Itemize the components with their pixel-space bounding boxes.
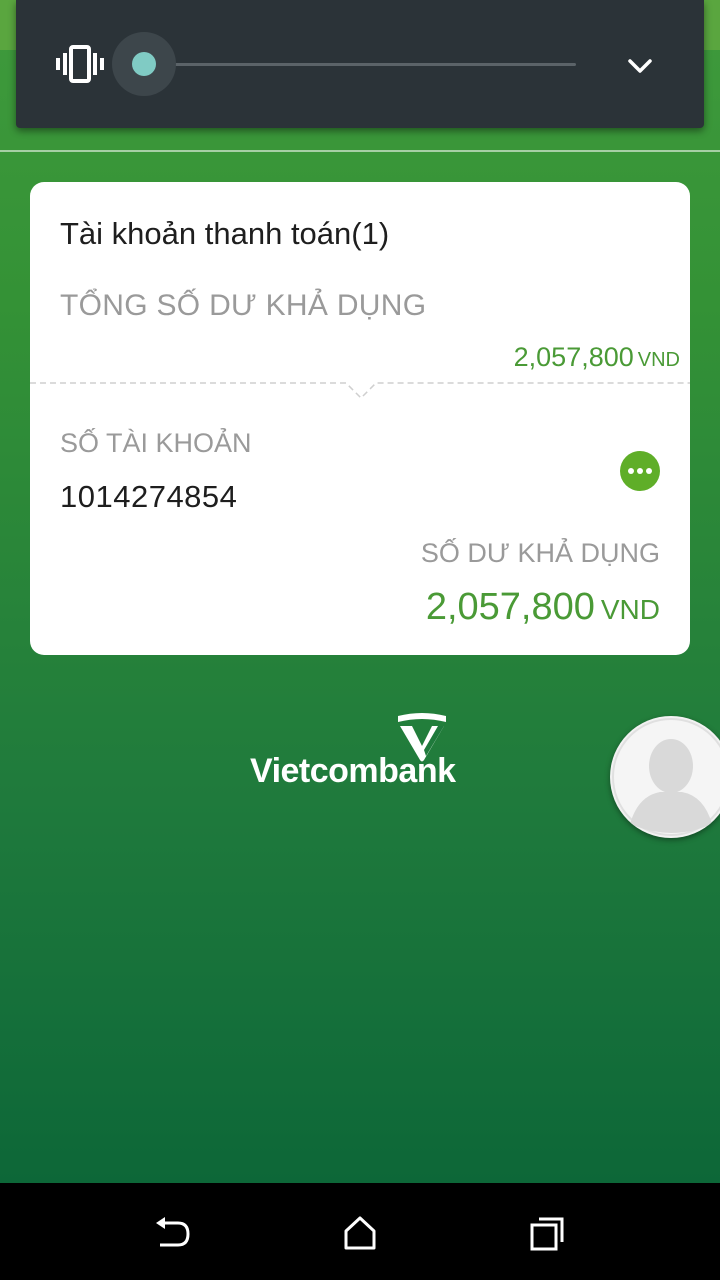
total-balance-value: 2,057,800 xyxy=(513,342,634,372)
total-balance-currency: VND xyxy=(637,349,680,371)
total-balance-label: TỔNG SỐ DƯ KHẢ DỤNG xyxy=(60,289,427,322)
more-options-button[interactable] xyxy=(620,451,660,491)
recents-icon[interactable] xyxy=(528,1213,568,1253)
card-title: Tài khoản thanh toán(1) xyxy=(60,216,390,251)
available-balance-label: SỐ DƯ KHẢ DỤNG xyxy=(420,538,660,568)
volume-slider-track[interactable] xyxy=(144,63,576,66)
more-icon-dot xyxy=(646,468,652,474)
header-divider xyxy=(0,150,720,152)
user-avatar-icon xyxy=(612,718,720,836)
more-icon-dot xyxy=(637,468,643,474)
dashed-divider xyxy=(30,382,690,400)
volume-slider-thumb[interactable] xyxy=(132,52,156,76)
back-icon[interactable] xyxy=(152,1213,192,1253)
account-number-label: SỐ TÀI KHOẢN xyxy=(60,428,252,458)
available-balance-currency: VND xyxy=(600,594,660,625)
chevron-down-icon[interactable] xyxy=(624,52,656,78)
user-avatar-button[interactable] xyxy=(610,716,720,838)
system-nav-bar xyxy=(0,1183,720,1280)
more-icon-dot xyxy=(628,468,634,474)
volume-panel xyxy=(16,0,704,128)
vibrate-icon[interactable] xyxy=(54,44,106,84)
account-number: 1014274854 xyxy=(60,479,238,514)
account-card: Tài khoản thanh toán(1) TỔNG SỐ DƯ KHẢ D… xyxy=(30,182,690,655)
home-icon[interactable] xyxy=(340,1213,380,1253)
total-balance-amount: 2,057,800 VND xyxy=(514,342,680,373)
brand-name: Vietcombank xyxy=(250,752,456,790)
available-balance-amount: 2,057,800 VND xyxy=(426,586,660,629)
available-balance-value: 2,057,800 xyxy=(425,586,595,628)
